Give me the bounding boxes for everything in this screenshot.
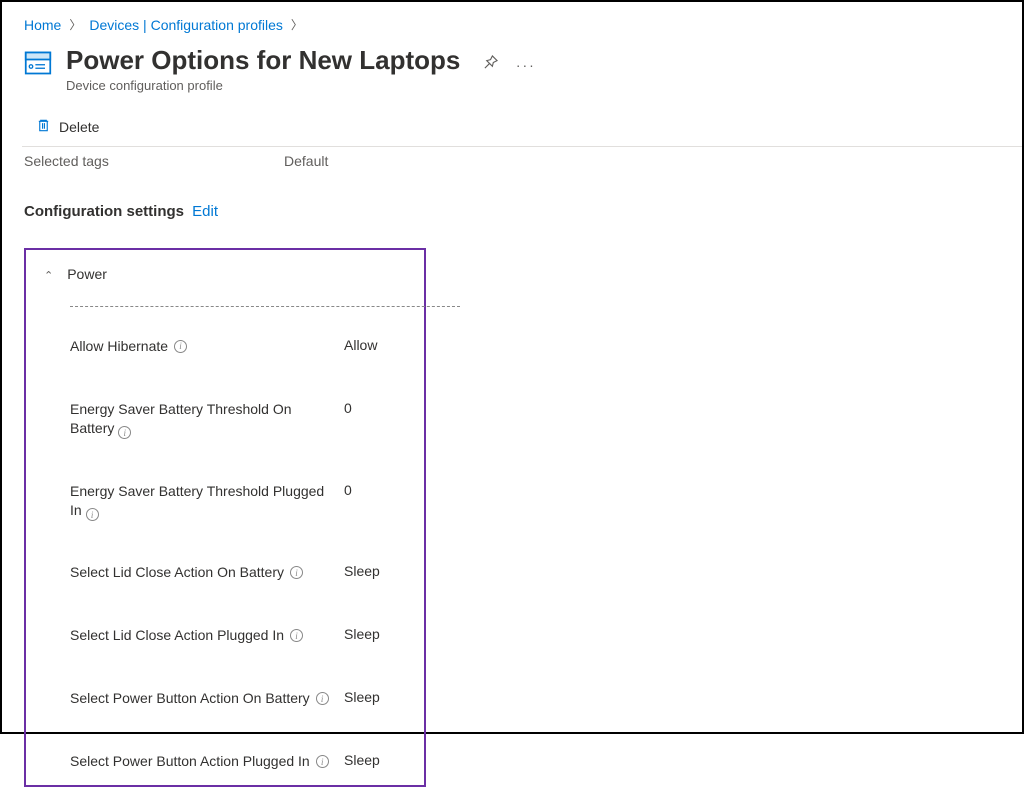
- trash-icon: [36, 117, 51, 136]
- chevron-right-icon: 〉: [291, 16, 303, 33]
- delete-button[interactable]: Delete: [36, 117, 99, 136]
- setting-row: Allow Hibernate i Allow: [26, 315, 424, 378]
- tags-value: Default: [284, 153, 328, 169]
- info-icon[interactable]: i: [86, 508, 99, 521]
- setting-row: Select Power Button Action On Battery i …: [26, 667, 424, 730]
- setting-value: 0: [344, 482, 352, 498]
- setting-row: Select Power Button Action Plugged In i …: [26, 730, 424, 775]
- tags-row: Selected tags Default: [2, 147, 1022, 173]
- breadcrumb-devices[interactable]: Devices | Configuration profiles: [89, 17, 283, 33]
- page-subtitle: Device configuration profile: [66, 78, 1000, 93]
- setting-value: Sleep: [344, 563, 380, 579]
- dashed-divider: [70, 306, 460, 307]
- setting-label: Select Power Button Action Plugged In: [70, 752, 310, 771]
- delete-label: Delete: [59, 119, 99, 135]
- info-icon[interactable]: i: [290, 629, 303, 642]
- pin-icon[interactable]: [483, 55, 498, 75]
- setting-row: Select Lid Close Action On Battery i Sle…: [26, 541, 424, 604]
- setting-value: Allow: [344, 337, 377, 353]
- panel-title: Power: [67, 266, 107, 282]
- setting-label: Energy Saver Battery Threshold On Batter…: [70, 401, 292, 436]
- edit-link[interactable]: Edit: [192, 203, 218, 220]
- settings-panel: ⌄ Power Allow Hibernate i Allow Energy S…: [24, 248, 426, 787]
- info-icon[interactable]: i: [118, 426, 131, 439]
- profile-icon: [24, 49, 52, 77]
- info-icon[interactable]: i: [290, 566, 303, 579]
- setting-label: Energy Saver Battery Threshold Plugged I…: [70, 483, 324, 518]
- title-row: Power Options for New Laptops ··· Device…: [2, 41, 1022, 95]
- chevron-up-icon: ⌄: [44, 268, 53, 281]
- breadcrumb: Home 〉 Devices | Configuration profiles …: [2, 2, 1022, 41]
- setting-label: Select Lid Close Action On Battery: [70, 563, 284, 582]
- chevron-right-icon: 〉: [69, 16, 81, 33]
- section-title: Configuration settings: [24, 203, 184, 220]
- setting-value: 0: [344, 400, 352, 416]
- setting-label: Select Lid Close Action Plugged In: [70, 626, 284, 645]
- setting-value: Sleep: [344, 689, 380, 705]
- toolbar: Delete: [2, 95, 1022, 142]
- breadcrumb-home[interactable]: Home: [24, 17, 61, 33]
- setting-row: Energy Saver Battery Threshold On Batter…: [26, 378, 424, 460]
- setting-value: Sleep: [344, 626, 380, 642]
- setting-label: Allow Hibernate: [70, 337, 168, 356]
- more-icon[interactable]: ···: [516, 57, 536, 73]
- section-title-row: Configuration settings Edit: [2, 173, 1022, 230]
- info-icon[interactable]: i: [316, 755, 329, 768]
- tags-label: Selected tags: [24, 153, 284, 169]
- setting-row: Select Lid Close Action Plugged In i Sle…: [26, 604, 424, 667]
- panel-header-power[interactable]: ⌄ Power: [26, 260, 424, 286]
- page-title: Power Options for New Laptops: [66, 45, 460, 76]
- info-icon[interactable]: i: [316, 692, 329, 705]
- setting-row: Energy Saver Battery Threshold Plugged I…: [26, 460, 424, 542]
- info-icon[interactable]: i: [174, 340, 187, 353]
- setting-label: Select Power Button Action On Battery: [70, 689, 310, 708]
- setting-value: Sleep: [344, 752, 380, 768]
